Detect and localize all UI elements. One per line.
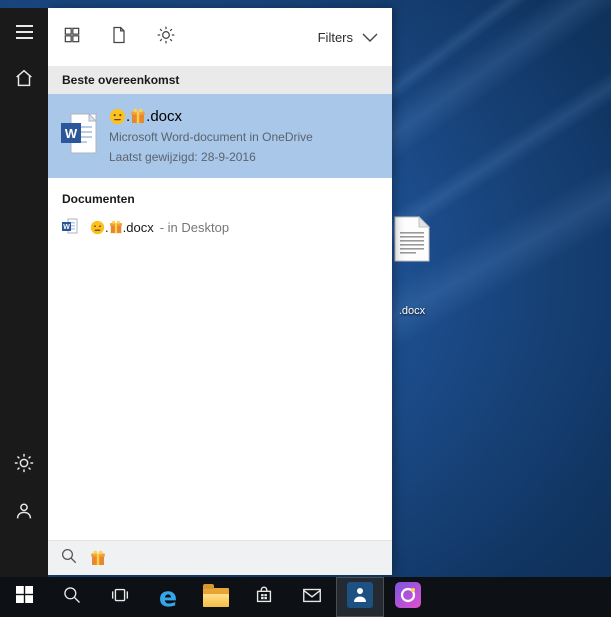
hamburger-icon xyxy=(15,25,33,39)
filters-label: Filters xyxy=(317,29,353,45)
filters-button[interactable]: Filters xyxy=(318,30,378,45)
neutral-face-emoji xyxy=(90,220,105,235)
text-document-icon xyxy=(394,215,431,266)
account-button[interactable] xyxy=(0,489,48,537)
settings-button[interactable] xyxy=(0,441,48,489)
gear-icon xyxy=(13,452,35,479)
paint-3d-icon xyxy=(395,581,421,613)
taskbar: e xyxy=(0,577,611,617)
edge-icon: e xyxy=(158,581,178,613)
chevron-down-icon xyxy=(362,30,378,45)
best-match-modified: Laatst gewijzigd: 28-9-2016 xyxy=(109,149,256,164)
apps-icon xyxy=(62,25,82,50)
active-app-icon xyxy=(347,581,373,613)
gear-icon xyxy=(156,25,176,50)
document-result-location: - in Desktop xyxy=(159,219,230,235)
documents-filter-button[interactable] xyxy=(99,17,139,57)
windows-logo-icon xyxy=(15,586,33,608)
search-results-panel: Filters Beste overeenkomst W . .docx Mic… xyxy=(48,8,392,575)
neutral-face-emoji xyxy=(109,108,126,125)
mail-button[interactable] xyxy=(288,577,336,617)
desktop: .docx Filters Beste overeenkomst W . .do… xyxy=(0,0,611,617)
search-icon xyxy=(60,547,78,570)
web-settings-filter-button[interactable] xyxy=(146,17,186,57)
best-match-type: Microsoft Word-document in OneDrive xyxy=(109,129,313,144)
gift-emoji xyxy=(109,220,123,234)
search-input[interactable] xyxy=(48,540,392,575)
apps-filter-button[interactable] xyxy=(52,17,92,57)
desktop-file-icon[interactable]: .docx xyxy=(384,215,440,317)
best-match-result[interactable]: W . .docx Microsoft Word-document in One… xyxy=(48,94,392,178)
svg-text:W: W xyxy=(65,126,78,141)
home-icon xyxy=(13,67,35,94)
paint-3d-button[interactable] xyxy=(384,577,432,617)
edge-button[interactable]: e xyxy=(144,577,192,617)
word-document-small-icon: W xyxy=(62,218,78,237)
taskbar-search-button[interactable] xyxy=(48,577,96,617)
best-match-header: Beste overeenkomst xyxy=(48,66,392,94)
mail-envelope-icon xyxy=(301,584,323,611)
gift-emoji xyxy=(90,550,106,566)
svg-text:W: W xyxy=(63,224,70,231)
documents-header: Documenten xyxy=(62,192,135,206)
start-rail xyxy=(0,8,48,577)
task-view-icon xyxy=(109,584,131,611)
file-explorer-button[interactable] xyxy=(192,577,240,617)
start-button[interactable] xyxy=(0,577,48,617)
expand-menu-button[interactable] xyxy=(0,8,48,56)
store-bag-icon xyxy=(253,584,275,611)
store-button[interactable] xyxy=(240,577,288,617)
document-result-filename: . .docx xyxy=(90,220,154,235)
desktop-file-label: .docx xyxy=(398,305,426,317)
user-icon xyxy=(13,500,35,527)
document-result-row[interactable]: W . .docx - in Desktop xyxy=(48,212,392,242)
search-icon xyxy=(62,585,82,610)
best-match-filename: . .docx xyxy=(109,106,313,127)
panel-toolbar: Filters xyxy=(48,8,392,66)
home-button[interactable] xyxy=(0,56,48,104)
folder-icon xyxy=(203,583,229,607)
active-app-button[interactable] xyxy=(336,577,384,617)
word-document-icon: W xyxy=(60,112,98,160)
document-icon xyxy=(109,25,129,50)
task-view-button[interactable] xyxy=(96,577,144,617)
gift-emoji xyxy=(130,108,146,124)
